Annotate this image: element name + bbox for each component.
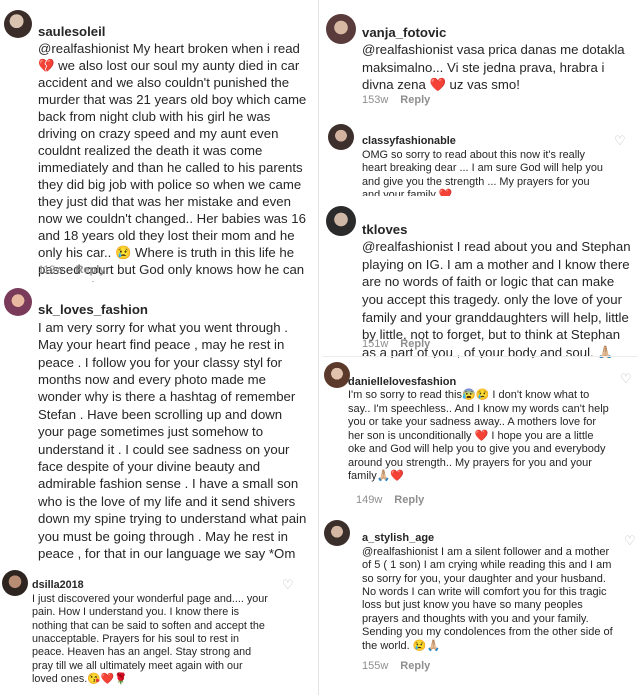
comment-daniellelovesfashion: daniellelovesfashion I'm so sorry to rea… — [322, 358, 638, 514]
avatar[interactable] — [324, 362, 350, 388]
comment-saulesoleil: saulesoleil @realfashionist My heart bro… — [0, 0, 316, 282]
comment-text: I am very sorry for what you went throug… — [38, 319, 307, 566]
comment-username[interactable]: daniellelovesfashion — [348, 376, 456, 388]
comment-meta: 153w Reply — [362, 94, 430, 106]
avatar[interactable] — [4, 288, 32, 316]
section-separator — [322, 356, 638, 357]
comment-body: dsilla2018 I just discovered your wonder… — [32, 566, 270, 687]
comment-classyfashionable: classyfashionable OMG so sorry to read a… — [322, 116, 638, 196]
comment-text: @realfashionist vasa prica danas me dota… — [362, 42, 625, 92]
comment-body: tkloves @realfashionist I read about you… — [362, 203, 632, 358]
comment-username[interactable]: tkloves — [362, 222, 407, 237]
comment-body: a_stylish_age @realfashionist I am a sil… — [362, 519, 618, 653]
comment-username[interactable]: dsilla2018 — [32, 579, 84, 591]
comment-text: @realfashionist I am a silent follower a… — [362, 545, 613, 652]
comment-meta: 149w Reply — [356, 494, 424, 506]
avatar[interactable] — [326, 206, 356, 236]
comment-text: I'm so sorry to read this😰😢 I don't know… — [348, 389, 609, 482]
comment-text: I just discovered your wonderful page an… — [32, 592, 268, 686]
comment-meta: 151w Reply — [362, 338, 430, 350]
comment-sk-loves-fashion: sk_loves_fashion I am very sorry for wha… — [0, 282, 316, 566]
like-heart-icon[interactable]: ♡ — [620, 372, 633, 385]
comment-timestamp: 153w — [362, 94, 389, 106]
comment-tkloves: tkloves @realfashionist I read about you… — [322, 196, 638, 358]
like-heart-icon[interactable]: ♡ — [614, 134, 627, 147]
reply-button[interactable]: Reply — [400, 94, 430, 106]
left-comment-column: saulesoleil @realfashionist My heart bro… — [0, 0, 316, 695]
column-divider — [318, 0, 319, 695]
comment-text: @realfashionist My heart broken when i r… — [38, 41, 307, 282]
comment-timestamp: 149w — [356, 494, 383, 506]
comment-vanja-fotovic: vanja_fotovic @realfashionist vasa prica… — [322, 0, 638, 116]
comment-body: saulesoleil @realfashionist My heart bro… — [38, 6, 310, 282]
comment-username[interactable]: classyfashionable — [362, 135, 456, 147]
like-heart-icon[interactable]: ♡ — [282, 578, 295, 591]
comment-text: OMG so sorry to read about this now it's… — [362, 148, 603, 196]
reply-button[interactable]: Reply — [400, 338, 430, 350]
comment-timestamp: 155w — [362, 660, 389, 672]
avatar[interactable] — [326, 14, 356, 44]
comment-body: daniellelovesfashion I'm so sorry to rea… — [348, 362, 614, 484]
comment-body: classyfashionable OMG so sorry to read a… — [362, 122, 610, 196]
comment-timestamp: 151w — [362, 338, 389, 350]
comment-meta: 119w Reply — [38, 264, 105, 276]
comment-body: sk_loves_fashion I am very sorry for wha… — [38, 284, 310, 566]
reply-button[interactable]: Reply — [75, 264, 105, 276]
right-comment-column: vanja_fotovic @realfashionist vasa prica… — [322, 0, 638, 695]
avatar[interactable] — [324, 520, 350, 546]
comment-a-stylish-age: a_stylish_age @realfashionist I am a sil… — [322, 514, 638, 695]
comment-timestamp: 119w — [38, 264, 64, 276]
comment-username[interactable]: sk_loves_fashion — [38, 302, 148, 317]
avatar[interactable] — [2, 570, 28, 596]
comment-body: vanja_fotovic @realfashionist vasa prica… — [362, 6, 632, 94]
avatar[interactable] — [328, 124, 354, 150]
comment-username[interactable]: a_stylish_age — [362, 532, 434, 544]
comment-meta: 155w Reply — [362, 660, 430, 672]
like-heart-icon[interactable]: ♡ — [624, 534, 637, 547]
comment-dsilla2018: dsilla2018 I just discovered your wonder… — [0, 566, 316, 695]
reply-button[interactable]: Reply — [394, 494, 424, 506]
avatar[interactable] — [4, 10, 32, 38]
comment-username[interactable]: saulesoleil — [38, 24, 105, 39]
comment-username[interactable]: vanja_fotovic — [362, 25, 446, 40]
reply-button[interactable]: Reply — [400, 660, 430, 672]
